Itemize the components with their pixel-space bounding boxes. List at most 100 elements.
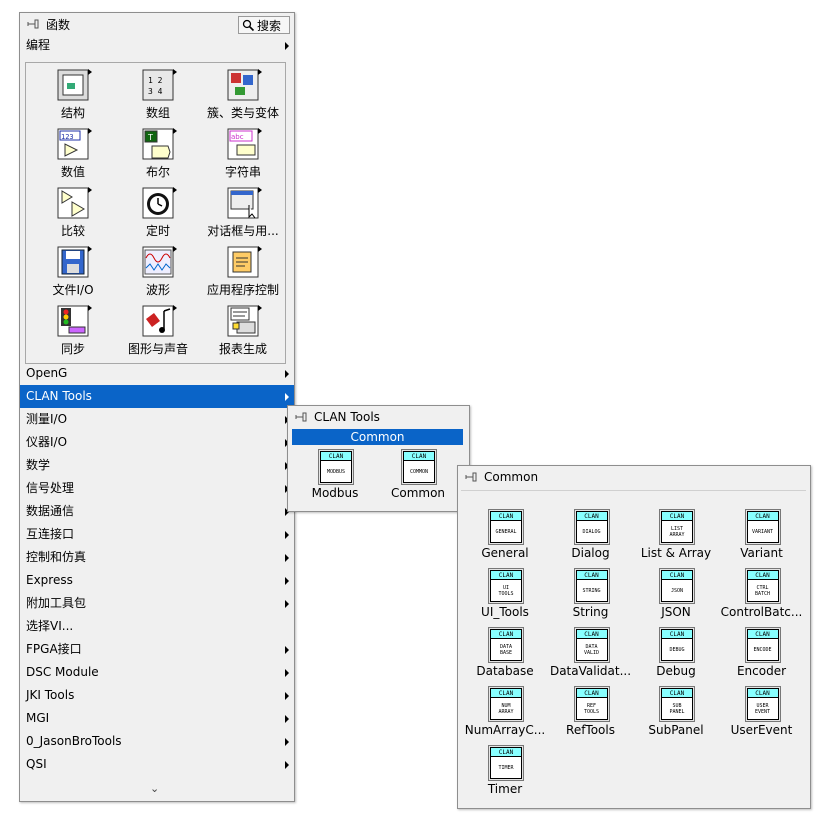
category-item[interactable]: 控制和仿真: [20, 546, 294, 569]
common-palette: Common CLAN GENERAL General CLAN DIALOG Dialo…: [457, 465, 811, 809]
clan-tools-title: CLAN Tools: [314, 410, 380, 424]
palette-item-dialog-ui[interactable]: 对话框与用...: [200, 183, 286, 242]
common-palette-item[interactable]: CLAN DEBUG Debug: [633, 623, 719, 682]
svg-text:3 4: 3 4: [148, 87, 163, 96]
category-item[interactable]: 仪器I/O: [20, 431, 294, 454]
palette-item-label: 同步: [60, 342, 85, 356]
palette-item-cluster-class-variant[interactable]: 簇、类与变体: [200, 65, 286, 124]
pin-icon[interactable]: [464, 470, 478, 484]
svg-text:1 2: 1 2: [148, 76, 163, 85]
clan-vi-icon: CLAN DATA VALID: [573, 627, 610, 663]
icon-body-text: DATA BASE: [499, 644, 513, 656]
category-item[interactable]: JKI Tools: [20, 684, 294, 707]
palette-item-comparison[interactable]: 比较: [30, 183, 116, 242]
category-item[interactable]: 互连接口: [20, 523, 294, 546]
icon-box: CLAN LIST ARRAY: [661, 511, 693, 543]
category-label: 编程: [26, 38, 51, 52]
category-item[interactable]: 选择VI...: [20, 615, 294, 638]
common-palette-item[interactable]: CLAN VARIANT Variant: [719, 505, 805, 564]
icon-header-text: CLAN: [576, 571, 607, 580]
programming-grid: 结构 1 23 4 数组 簇、类与变体 123 数值 T 布尔 abc 字符串 比较 定时 对话框与用.…: [25, 62, 286, 364]
icon-box: CLAN USER EVENT: [746, 688, 779, 720]
palette-item-app-control[interactable]: 应用程序控制: [200, 242, 286, 301]
palette-item-boolean[interactable]: T 布尔: [115, 124, 201, 183]
search-button[interactable]: 搜索: [238, 16, 290, 34]
category-item[interactable]: MGI: [20, 707, 294, 730]
palette-item-label: 对话框与用...: [207, 224, 279, 238]
common-palette-item[interactable]: CLAN USER EVENT UserEvent: [719, 682, 805, 741]
icon-box: CLAN STRING: [575, 570, 608, 602]
submenu-arrow-icon: [88, 246, 92, 252]
svg-text:abc: abc: [231, 133, 244, 141]
category-label: 控制和仿真: [26, 550, 87, 564]
icon-header-text: CLAN: [576, 689, 607, 698]
common-palette-item[interactable]: CLAN JSON JSON: [633, 564, 719, 623]
waveform-icon: [142, 246, 177, 278]
common-titlebar[interactable]: Common: [458, 466, 810, 488]
common-palette-item[interactable]: CLAN TIMER Timer: [462, 741, 548, 800]
icon-body-text: DATA VALID: [583, 644, 600, 656]
icon-box: CLAN DIALOG: [575, 511, 608, 543]
clan-tools-titlebar[interactable]: CLAN Tools: [288, 406, 469, 428]
icon-header-text: CLAN: [747, 512, 778, 521]
common-palette-item[interactable]: CLAN STRING String: [548, 564, 634, 623]
common-palette-item[interactable]: CLAN DATA VALID DataValidat...: [548, 623, 634, 682]
palette-item-synchronization[interactable]: 同步: [30, 301, 116, 360]
common-palette-item[interactable]: CLAN DIALOG Dialog: [548, 505, 634, 564]
clan-item-label: Common: [390, 486, 446, 500]
category-label: 0_JasonBroTools: [26, 734, 122, 748]
palette-item-numeric[interactable]: 123 数值: [30, 124, 116, 183]
expand-more-icon[interactable]: ⌄: [150, 782, 159, 795]
common-palette-item[interactable]: CLAN NUM ARRAY NumArrayC...: [462, 682, 548, 741]
palette-item-graphics-sound[interactable]: 图形与声音: [115, 301, 201, 360]
category-item[interactable]: FPGA接口: [20, 638, 294, 661]
common-palette-item[interactable]: CLAN UI TOOLS UI_Tools: [462, 564, 548, 623]
category-item[interactable]: 信号处理: [20, 477, 294, 500]
common-palette-item[interactable]: CLAN CTRL BATCH ControlBatc...: [719, 564, 805, 623]
palette-item-structures[interactable]: 结构: [30, 65, 116, 124]
category-programming[interactable]: 编程: [20, 34, 294, 57]
category-item[interactable]: Express: [20, 569, 294, 592]
common-palette-item[interactable]: CLAN SUB PANEL SubPanel: [633, 682, 719, 741]
functions-palette-title: 函数: [46, 17, 71, 32]
palette-item-file-io[interactable]: 文件I/O: [30, 242, 116, 301]
palette-item-waveform[interactable]: 波形: [115, 242, 201, 301]
clan-vi-icon: CLAN USER EVENT: [744, 686, 781, 722]
category-item[interactable]: 0_JasonBroTools: [20, 730, 294, 753]
category-item[interactable]: 数学: [20, 454, 294, 477]
clan-palette-item[interactable]: CLAN COMMON Common: [375, 445, 461, 504]
common-item-label: DataValidat...: [549, 664, 632, 678]
category-item[interactable]: CLAN Tools: [20, 385, 294, 408]
common-item-label: General: [481, 546, 529, 560]
pin-icon[interactable]: [26, 17, 40, 31]
section-common-header[interactable]: Common: [292, 429, 463, 445]
category-item[interactable]: DSC Module: [20, 661, 294, 684]
array-icon: 1 23 4: [142, 69, 177, 101]
submenu-arrow-icon: [285, 370, 289, 378]
icon-box: CLAN DATA BASE: [490, 629, 522, 661]
category-item[interactable]: 测量I/O: [20, 408, 294, 431]
clan-palette-item[interactable]: CLAN MODBUS Modbus: [292, 445, 378, 504]
common-palette-item[interactable]: CLAN REF TOOLS RefTools: [548, 682, 634, 741]
category-item[interactable]: 数据通信: [20, 500, 294, 523]
icon-body-text: STRING: [582, 588, 601, 594]
icon-body-text: ENCODE: [753, 647, 772, 653]
palette-item-array[interactable]: 1 23 4 数组: [115, 65, 201, 124]
palette-item-string[interactable]: abc 字符串: [200, 124, 286, 183]
icon-body-text: GENERAL: [495, 529, 517, 535]
pin-icon[interactable]: [294, 410, 308, 424]
submenu-arrow-icon: [285, 738, 289, 746]
icon-box: CLAN CTRL BATCH: [746, 570, 779, 602]
category-item[interactable]: OpenG: [20, 362, 294, 385]
palette-item-timing[interactable]: 定时: [115, 183, 201, 242]
icon-header-text: CLAN: [662, 512, 692, 521]
common-palette-item[interactable]: CLAN DATA BASE Database: [462, 623, 548, 682]
palette-item-report-generation[interactable]: 报表生成: [200, 301, 286, 360]
category-item[interactable]: QSI: [20, 753, 294, 776]
palette-item-label: 图形与声音: [127, 342, 188, 356]
common-palette-item[interactable]: CLAN ENCODE Encoder: [719, 623, 805, 682]
category-item[interactable]: 附加工具包: [20, 592, 294, 615]
common-palette-item[interactable]: CLAN GENERAL General: [462, 505, 548, 564]
icon-box: CLAN UI TOOLS: [490, 570, 522, 602]
common-palette-item[interactable]: CLAN LIST ARRAY List & Array: [633, 505, 719, 564]
